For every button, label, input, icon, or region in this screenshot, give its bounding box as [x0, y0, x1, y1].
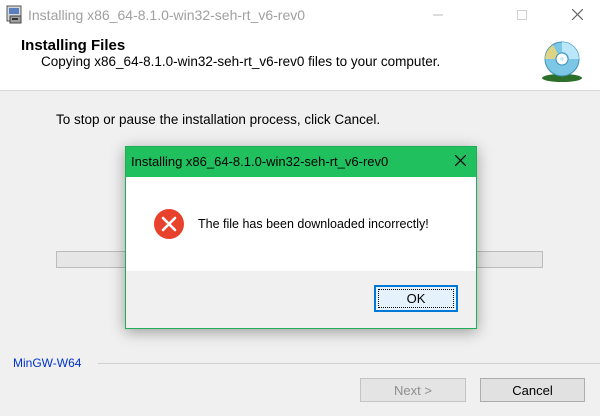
brand-label: MinGW-W64 — [13, 356, 82, 370]
instruction-text: To stop or pause the installation proces… — [56, 112, 381, 127]
close-icon — [454, 153, 466, 171]
minimize-button[interactable] — [415, 0, 461, 31]
ok-button[interactable]: OK — [374, 285, 458, 312]
close-icon — [571, 7, 583, 25]
close-button[interactable] — [554, 0, 600, 31]
next-button[interactable]: Next > — [360, 378, 466, 402]
dialog-close-button[interactable] — [444, 147, 476, 177]
cancel-button[interactable]: Cancel — [480, 378, 585, 402]
wizard-header: Installing Files Copying x86_64-8.1.0-wi… — [0, 31, 600, 91]
dialog-titlebar[interactable]: Installing x86_64-8.1.0-win32-seh-rt_v6-… — [126, 147, 476, 177]
install-disc-icon — [538, 37, 586, 85]
window-titlebar[interactable]: Installing x86_64-8.1.0-win32-seh-rt_v6-… — [0, 0, 600, 31]
dialog-body: The file has been downloaded incorrectly… — [126, 177, 476, 271]
dialog-message: The file has been downloaded incorrectly… — [198, 217, 429, 231]
maximize-button[interactable] — [499, 0, 545, 31]
page-subtitle: Copying x86_64-8.1.0-win32-seh-rt_v6-rev… — [41, 54, 441, 69]
page-title: Installing Files — [21, 37, 126, 54]
error-dialog: Installing x86_64-8.1.0-win32-seh-rt_v6-… — [125, 146, 477, 329]
maximize-icon — [517, 7, 527, 25]
dialog-title: Installing x86_64-8.1.0-win32-seh-rt_v6-… — [131, 154, 389, 169]
minimize-icon — [433, 7, 443, 25]
installer-app-icon — [5, 5, 25, 25]
window-title: Installing x86_64-8.1.0-win32-seh-rt_v6-… — [28, 7, 306, 23]
error-icon — [153, 208, 185, 240]
footer-divider — [98, 363, 600, 364]
dialog-footer: OK — [126, 271, 476, 328]
